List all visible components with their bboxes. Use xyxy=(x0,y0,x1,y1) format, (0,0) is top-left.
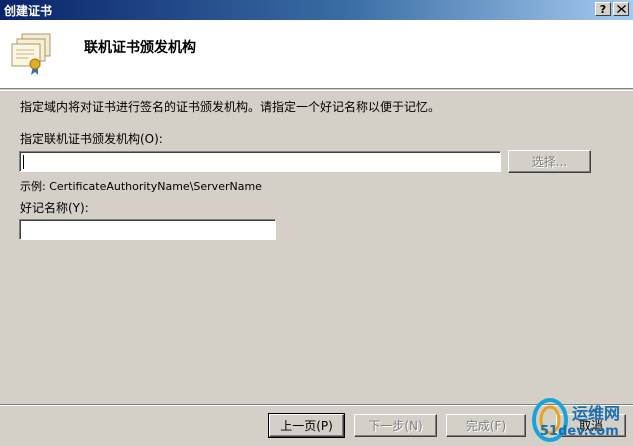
example-text: 示例: CertificateAuthorityName\ServerName xyxy=(20,180,262,193)
text-caret xyxy=(23,155,24,169)
ca-input-text[interactable] xyxy=(20,152,500,171)
close-button[interactable] xyxy=(613,2,629,16)
finish-button[interactable]: 完成(F) xyxy=(446,414,526,437)
watermark-text-cn: 运维网 xyxy=(572,404,621,423)
page-title: 联机证书颁发机构 xyxy=(84,40,196,56)
prev-button[interactable]: 上一页(P) xyxy=(268,413,345,438)
window-title: 创建证书 xyxy=(4,3,53,18)
site-watermark: 运维网 51dev.com xyxy=(528,392,633,446)
ca-input[interactable] xyxy=(19,151,501,172)
certificate-icon xyxy=(11,33,51,75)
ca-label: 指定联机证书颁发机构(O): xyxy=(20,132,163,146)
close-icon xyxy=(616,5,626,13)
watermark-text-site: 51dev.com xyxy=(540,424,619,439)
friendly-name-input[interactable] xyxy=(19,219,276,240)
title-bar: 创建证书 ? xyxy=(0,0,633,20)
next-button[interactable]: 下一步(N) xyxy=(354,414,437,437)
friendly-name-input-text[interactable] xyxy=(20,220,275,239)
header-divider xyxy=(0,90,633,91)
wizard-header: 联机证书颁发机构 xyxy=(0,20,633,89)
help-button[interactable]: ? xyxy=(595,2,611,16)
select-button[interactable]: 选择... xyxy=(508,150,591,173)
friendly-name-label: 好记名称(Y): xyxy=(20,201,89,215)
description-text: 指定域内将对证书进行签名的证书颁发机构。请指定一个好记名称以便于记忆。 xyxy=(20,100,441,114)
